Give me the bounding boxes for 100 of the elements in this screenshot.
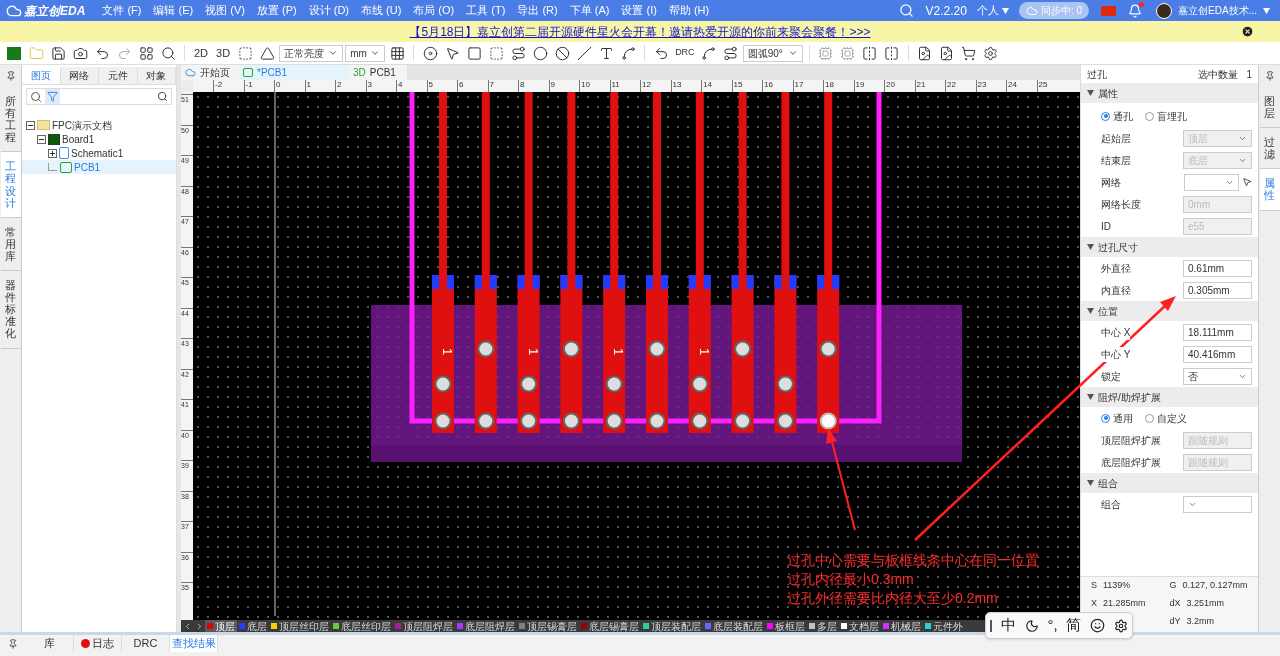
selected-via[interactable] — [819, 412, 837, 430]
panel-tab[interactable]: 对象 — [137, 67, 176, 84]
pointer-icon[interactable] — [1242, 177, 1252, 187]
settings-icon[interactable] — [1113, 618, 1128, 633]
caret-icon[interactable] — [1087, 244, 1094, 250]
collapse-icon[interactable] — [37, 134, 46, 144]
via[interactable] — [520, 412, 538, 430]
punctuation-label[interactable]: °, — [1047, 614, 1058, 637]
via[interactable] — [776, 412, 794, 430]
radio-option[interactable]: 通用 — [1101, 410, 1133, 426]
section-header[interactable]: 过孔尺寸 — [1081, 237, 1258, 257]
input-field[interactable]: 0.61mm — [1183, 259, 1252, 277]
tree-item[interactable]: Schematic1 — [71, 145, 124, 161]
script-label[interactable]: 简 — [1066, 614, 1082, 637]
view-button[interactable]: 2D — [191, 44, 212, 62]
input-field[interactable]: 18.111mm — [1183, 323, 1252, 341]
layer-tab[interactable]: 顶层阻焊层 — [393, 620, 455, 632]
menu-item[interactable]: 导出 (R) — [512, 0, 563, 21]
field-label: 底层阻焊扩展 — [1101, 454, 1161, 470]
layer-tab[interactable]: 顶层装配层 — [641, 620, 703, 632]
layer-tab[interactable]: 底层丝印层 — [331, 620, 393, 632]
menu-item[interactable]: 编辑 (E) — [148, 0, 199, 21]
via[interactable] — [734, 412, 752, 430]
moon-icon[interactable] — [1024, 618, 1039, 633]
side-tab[interactable]: 属性 — [1259, 169, 1280, 211]
menu-item[interactable]: 放置 (P) — [251, 0, 302, 21]
layer-tab[interactable]: 底层装配层 — [703, 620, 765, 632]
section-header[interactable]: 属性 — [1081, 83, 1258, 103]
view-button[interactable]: 3D — [213, 44, 234, 62]
tree-item[interactable]: Board1 — [62, 131, 95, 147]
document-tab[interactable]: *PCB1 — [239, 65, 349, 80]
via — [776, 375, 794, 393]
caret-down-icon[interactable] — [1001, 7, 1009, 14]
caret-down-icon[interactable] — [1263, 7, 1270, 14]
account-menu[interactable]: 个人 — [976, 2, 1009, 19]
via[interactable] — [562, 412, 580, 430]
pad-marker — [432, 275, 454, 289]
status-label: dX — [1169, 598, 1181, 608]
arc-mode-select[interactable]: 圆弧90° — [742, 44, 803, 62]
section-header[interactable]: 位置 — [1081, 301, 1258, 321]
bottom-tab[interactable]: 查找结果 — [170, 635, 218, 652]
document-tab[interactable]: 3D PCB1 — [349, 65, 407, 80]
drc-button[interactable]: DRC — [673, 46, 697, 60]
layer-tab[interactable]: 机械层 — [881, 620, 923, 632]
via[interactable] — [434, 412, 452, 430]
menu-item[interactable]: 工具 (T) — [461, 0, 511, 21]
bottom-tab[interactable]: 日志 — [74, 635, 122, 652]
via[interactable] — [691, 412, 709, 430]
layer-tab[interactable]: 顶层 — [205, 620, 237, 632]
menu-item[interactable]: 布局 (O) — [408, 0, 460, 21]
layer-tab[interactable]: 底层 — [237, 620, 269, 632]
via[interactable] — [477, 412, 495, 430]
caret-icon[interactable] — [1087, 480, 1094, 486]
menu-item[interactable]: 设计 (D) — [303, 0, 354, 21]
layer-tab[interactable]: 多层 — [807, 620, 839, 632]
input-mode-label[interactable]: 中 — [1001, 614, 1017, 637]
menu-item[interactable]: 设置 (I) — [616, 0, 662, 21]
menu-item[interactable]: 布线 (U) — [356, 0, 407, 21]
input-field[interactable]: 0.305mm — [1183, 281, 1252, 299]
panel-tab[interactable]: 元件 — [99, 67, 138, 84]
caret-icon[interactable] — [1087, 394, 1094, 400]
layer-tab[interactable]: 顶层丝印层 — [269, 620, 331, 632]
menu-item[interactable]: 视图 (V) — [200, 0, 250, 21]
select-field[interactable] — [1184, 173, 1239, 191]
panel-tab[interactable]: 网络 — [60, 67, 99, 84]
via[interactable] — [605, 412, 623, 430]
brightness-select[interactable]: 正常亮度 — [279, 44, 344, 62]
layer-tab[interactable]: 顶层锡膏层 — [517, 620, 579, 632]
layer-tab[interactable]: 板框层 — [765, 620, 807, 632]
close-icon[interactable] — [1241, 25, 1254, 38]
board-icon[interactable] — [7, 46, 21, 60]
menu-item[interactable]: 文件 (F) — [97, 0, 147, 21]
bottom-tab[interactable]: 库 — [26, 635, 74, 652]
radio-option[interactable]: 盲埋孔 — [1145, 108, 1187, 124]
caret-icon[interactable] — [1087, 308, 1094, 314]
section-header[interactable]: 组合 — [1081, 473, 1258, 493]
radio-option[interactable]: 通孔 — [1101, 108, 1133, 124]
menu-item[interactable]: 下单 (A) — [564, 0, 615, 21]
side-tab[interactable]: 工程设计 — [0, 152, 21, 218]
radio-option[interactable]: 自定义 — [1145, 410, 1187, 426]
layer-tab[interactable]: 底层阻焊层 — [455, 620, 517, 632]
menu-item[interactable]: 帮助 (H) — [663, 0, 715, 21]
panel-title: 过孔 — [1087, 67, 1107, 82]
tree-item[interactable]: FPC演示文档 — [52, 117, 112, 133]
expand-icon[interactable] — [48, 148, 57, 158]
input-field[interactable]: 40.416mm — [1183, 345, 1252, 363]
collapse-icon[interactable] — [26, 120, 35, 130]
via[interactable] — [648, 412, 666, 430]
unit-select[interactable]: mm — [345, 44, 386, 62]
select-field[interactable]: 否 — [1183, 367, 1252, 385]
section-header[interactable]: 阻焊/助焊扩展 — [1081, 387, 1258, 407]
bell-icon[interactable] — [1128, 3, 1143, 18]
document-tab[interactable]: 开始页 — [181, 65, 239, 80]
layer-tab[interactable]: 元件外 — [923, 620, 965, 632]
layer-tab[interactable]: 文档层 — [839, 620, 881, 632]
select-field[interactable] — [1183, 495, 1252, 513]
layer-tab[interactable]: 底层锡膏层 — [579, 620, 641, 632]
caret-icon[interactable] — [1087, 90, 1094, 96]
user-menu[interactable]: 嘉立创EDA技术... — [1178, 3, 1270, 18]
emoji-icon[interactable] — [1089, 618, 1105, 633]
